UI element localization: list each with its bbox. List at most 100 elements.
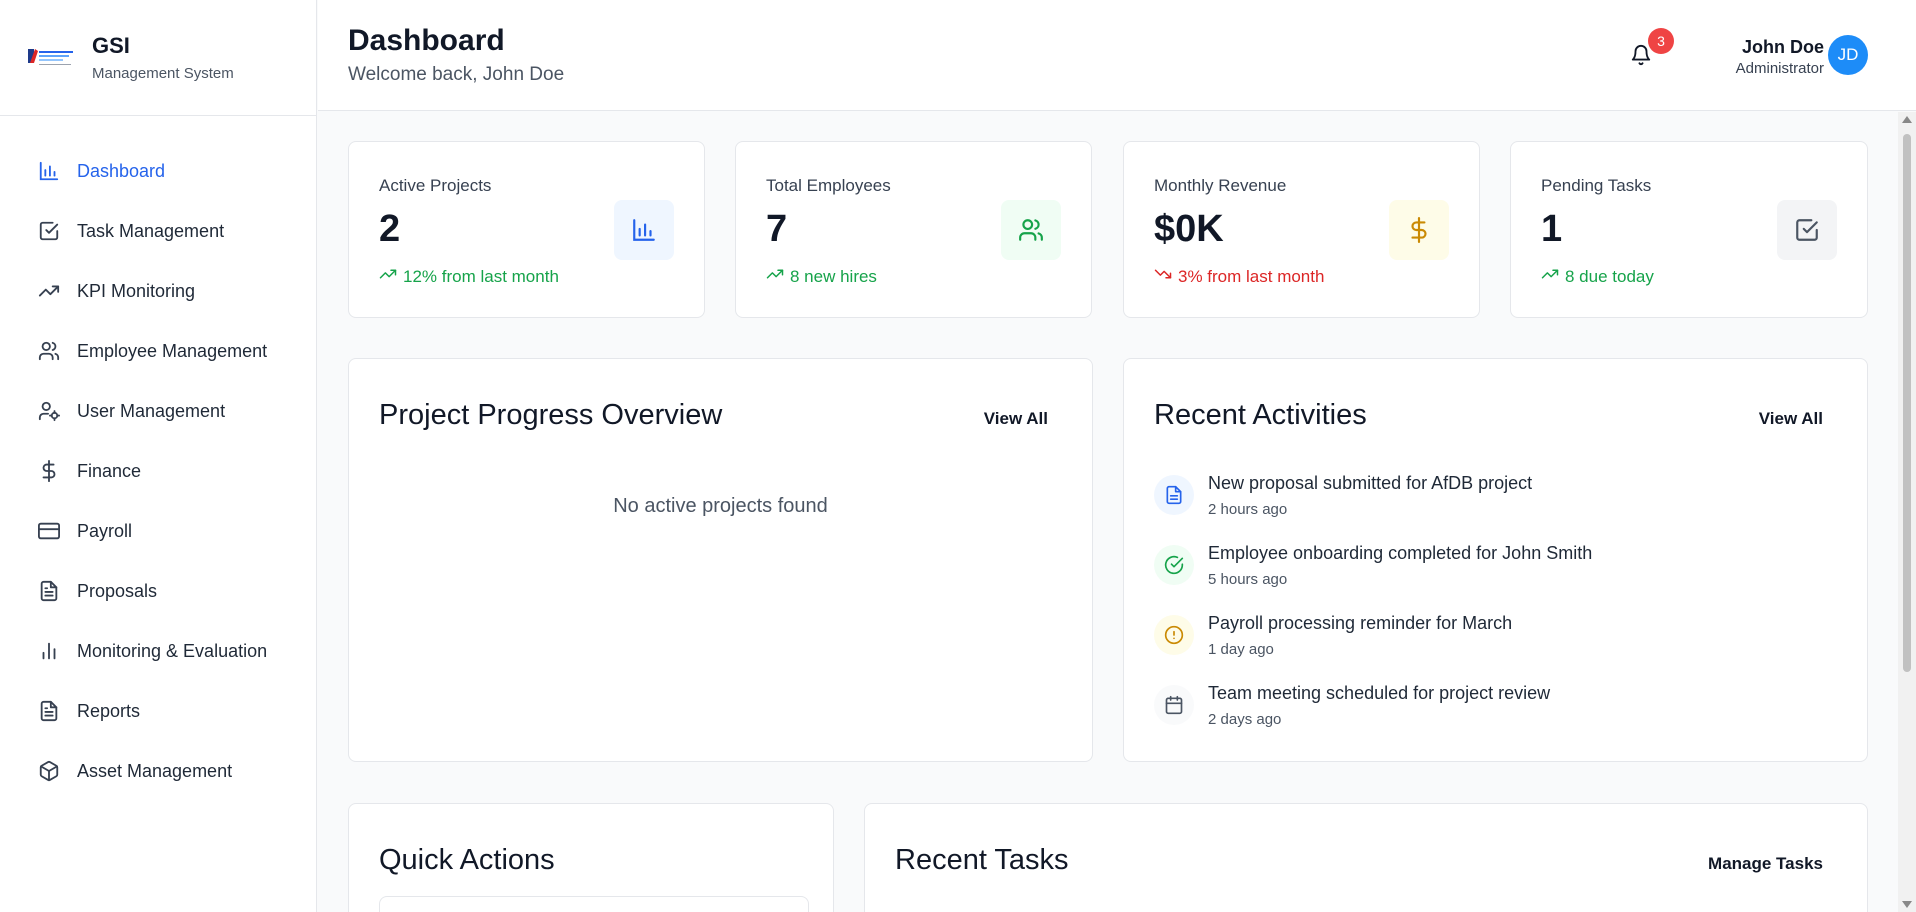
stat-card-total-employees: Total Employees 7 8 new hires [735,141,1092,318]
check-circle-icon [1154,545,1194,585]
sidebar: GSI Management System Dashboard Task Man… [0,0,317,912]
user-role: Administrator [1735,60,1824,77]
bar-chart-icon [37,159,61,183]
sidebar-item-payroll[interactable]: Payroll [0,501,316,561]
stat-trend: 8 new hires [766,265,877,288]
sidebar-item-proposals[interactable]: Proposals [0,561,316,621]
stat-label: Active Projects [379,176,492,195]
user-name: John Doe [1741,37,1824,57]
welcome-message: Welcome back, John Doe [348,64,565,85]
stat-trend-text: 3% from last month [1178,266,1325,286]
trending-up-icon [766,265,784,288]
sidebar-item-kpi-monitoring[interactable]: KPI Monitoring [0,261,316,321]
company-logo [26,45,76,71]
stat-trend: 3% from last month [1154,265,1324,288]
sidebar-item-reports[interactable]: Reports [0,681,316,741]
bar-chart-icon [37,639,61,663]
sidebar-item-label: User Management [77,400,226,421]
section-title: Recent Tasks [895,844,1069,876]
user-cog-icon [37,399,61,423]
view-all-activities-button[interactable]: View All [1759,409,1823,429]
quick-actions-card: Quick Actions [348,803,834,912]
box-icon [37,759,61,783]
dollar-icon [1389,200,1449,260]
activity-time: 5 hours ago [1208,571,1288,588]
sidebar-nav: Dashboard Task Management KPI Monitoring… [0,116,316,801]
sidebar-item-label: Task Management [77,220,225,241]
recent-activities-card: Recent Activities View All New proposal … [1123,358,1868,762]
activity-title: Team meeting scheduled for project revie… [1208,683,1551,703]
activity-time: 2 days ago [1208,711,1282,728]
stat-card-monthly-revenue: Monthly Revenue $0K 3% from last month [1123,141,1480,318]
trending-up-icon [379,265,397,288]
users-icon [37,339,61,363]
stat-card-pending-tasks: Pending Tasks 1 8 due today [1510,141,1868,318]
sidebar-item-finance[interactable]: Finance [0,441,316,501]
document-icon [37,699,61,723]
activity-title: Payroll processing reminder for March [1208,613,1513,633]
stat-label: Monthly Revenue [1154,176,1287,195]
stat-value: 1 [1541,208,1563,250]
page-title: Dashboard [348,24,505,57]
sidebar-item-asset-management[interactable]: Asset Management [0,741,316,801]
document-icon [37,579,61,603]
sidebar-item-label: Asset Management [77,760,233,781]
activity-title: Employee onboarding completed for John S… [1208,543,1593,563]
scroll-down-arrow[interactable] [1902,901,1912,908]
sidebar-item-label: Monitoring & Evaluation [77,640,268,661]
activity-item[interactable]: Employee onboarding completed for John S… [1154,543,1834,603]
top-header: Dashboard Welcome back, John Doe 3 John … [318,0,1916,111]
brand-name: GSI [92,33,130,58]
document-icon [1154,475,1194,515]
stat-trend-text: 8 new hires [790,266,877,286]
sidebar-item-label: Dashboard [77,160,166,181]
stat-card-active-projects: Active Projects 2 12% from last month [348,141,705,318]
section-title: Project Progress Overview [379,399,723,431]
sidebar-item-label: Finance [77,460,142,481]
stat-trend: 12% from last month [379,265,559,288]
view-all-projects-button[interactable]: View All [984,409,1048,429]
section-title: Quick Actions [379,844,555,876]
check-square-icon [1777,200,1837,260]
dollar-icon [37,459,61,483]
activity-item[interactable]: Team meeting scheduled for project revie… [1154,683,1834,743]
credit-card-icon [37,519,61,543]
sidebar-item-label: Payroll [77,520,133,541]
activity-time: 2 hours ago [1208,501,1288,518]
sidebar-item-label: Reports [77,700,141,721]
sidebar-item-label: KPI Monitoring [77,280,196,301]
activity-title: New proposal submitted for AfDB project [1208,473,1533,493]
stat-label: Total Employees [766,176,891,195]
trending-up-icon [37,279,61,303]
section-title: Recent Activities [1154,399,1367,431]
sidebar-item-monitoring-evaluation[interactable]: Monitoring & Evaluation [0,621,316,681]
scroll-thumb[interactable] [1903,134,1911,672]
sidebar-item-user-management[interactable]: User Management [0,381,316,441]
trending-down-icon [1154,265,1172,288]
trending-up-icon [1541,265,1559,288]
sidebar-item-label: Employee Management [77,340,268,361]
stat-trend-text: 12% from last month [403,266,559,286]
activity-item[interactable]: New proposal submitted for AfDB project … [1154,473,1834,533]
stat-label: Pending Tasks [1541,176,1652,195]
recent-tasks-card: Recent Tasks Manage Tasks [864,803,1868,912]
stat-trend: 8 due today [1541,265,1654,288]
stat-value: 2 [379,208,401,250]
activity-item[interactable]: Payroll processing reminder for March 1 … [1154,613,1834,673]
alert-circle-icon [1154,615,1194,655]
sidebar-item-dashboard[interactable]: Dashboard [0,141,316,201]
avatar[interactable]: JD [1828,35,1868,75]
manage-tasks-button[interactable]: Manage Tasks [1708,854,1823,874]
scroll-up-arrow[interactable] [1902,116,1912,123]
activity-time: 1 day ago [1208,641,1274,658]
quick-action-button[interactable] [379,896,809,912]
stat-value: $0K [1154,208,1224,250]
project-progress-card: Project Progress Overview View All No ac… [348,358,1093,762]
brand-subtitle: Management System [92,65,234,82]
sidebar-item-employee-management[interactable]: Employee Management [0,321,316,381]
main-scrollbar[interactable] [1898,112,1916,912]
users-icon [1001,200,1061,260]
sidebar-item-task-management[interactable]: Task Management [0,201,316,261]
stat-value: 7 [766,208,788,250]
notification-badge: 3 [1648,28,1674,54]
